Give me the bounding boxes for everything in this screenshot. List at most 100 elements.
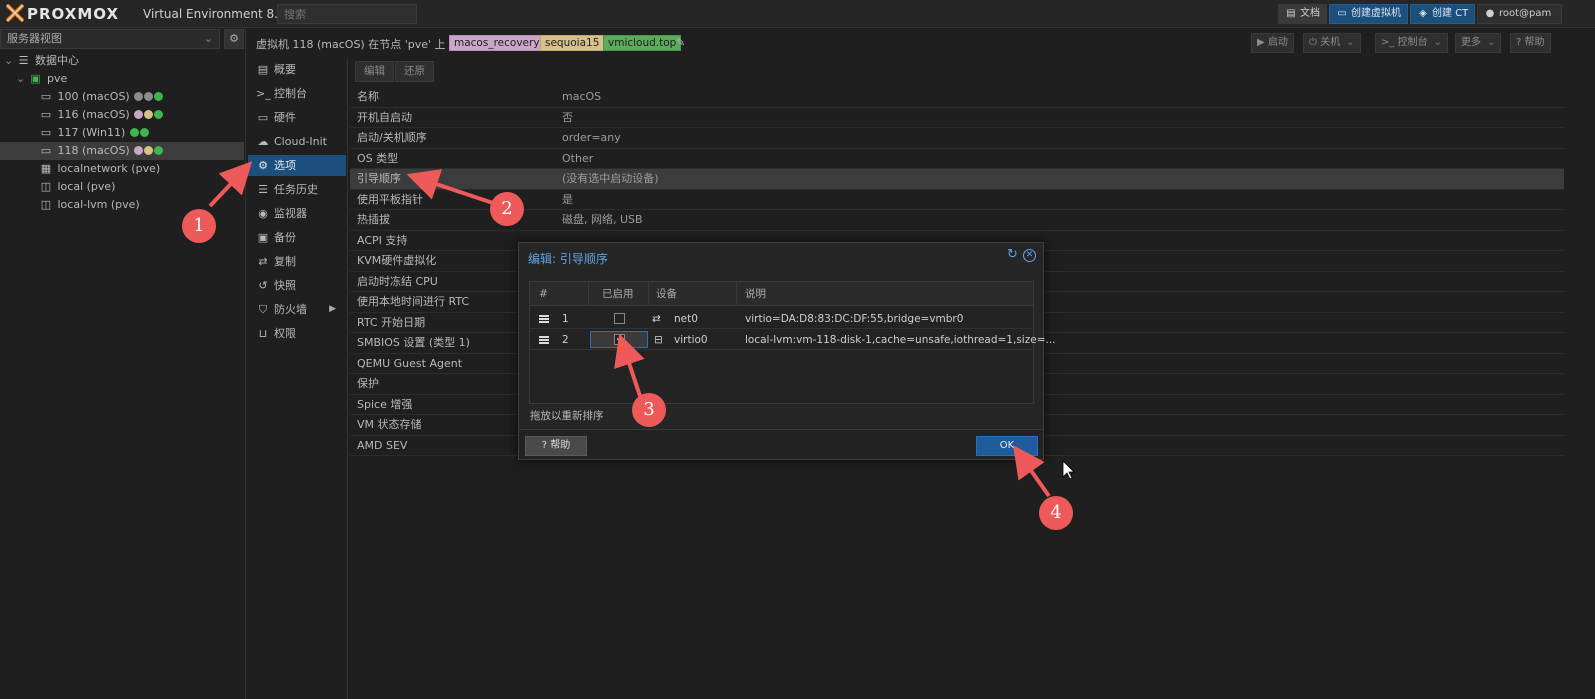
chevron-down-icon: ⌄ — [4, 54, 14, 67]
reset-icon[interactable]: ↻ — [1006, 248, 1019, 262]
nav-hardware[interactable]: ▭ 硬件 — [248, 107, 346, 128]
node-icon: ▣ — [30, 72, 41, 85]
list-icon: ☰ — [258, 183, 268, 196]
enabled-checkbox[interactable] — [614, 313, 625, 324]
option-row[interactable]: 开机自启动否 — [350, 108, 1564, 128]
save-icon: ▣ — [257, 231, 269, 244]
user-icon: ● — [1485, 8, 1495, 19]
tag-dot — [129, 128, 139, 137]
close-icon[interactable]: ✕ — [1023, 249, 1036, 262]
tree-item-datacenter[interactable]: ⌄ ☰ 数据中心 — [0, 52, 244, 70]
tree-item-vm-118[interactable]: ▭ 118 (macOS) — [0, 142, 244, 160]
top-bar: PROXMOX Virtual Environment 8.3.0 ▤文档 ▭创… — [0, 0, 1595, 28]
column-header[interactable]: 说明 — [745, 282, 766, 306]
play-icon: ▶ — [1257, 37, 1265, 48]
retweet-icon: ⇄ — [258, 255, 268, 268]
shutdown-button[interactable]: ⏻ 关机 ⌄ — [1303, 33, 1361, 53]
nav-task-history[interactable]: ☰ 任务历史 — [248, 179, 346, 200]
panel-splitter[interactable] — [245, 29, 246, 699]
table-header: # 已启用 设备 说明 — [530, 282, 1033, 306]
option-row[interactable]: 使用平板指针是 — [350, 190, 1564, 210]
pencil-icon[interactable]: ✎ — [676, 36, 685, 49]
drag-handle-icon[interactable] — [539, 315, 549, 323]
nav-firewall[interactable]: ⛉ 防火墙 ▶ — [248, 299, 346, 320]
cube-icon: ◈ — [1419, 8, 1427, 19]
column-header[interactable]: 已启用 — [602, 282, 634, 306]
tree-item-vm-100[interactable]: ▭ 100 (macOS) — [0, 88, 244, 106]
monitor-icon: ▭ — [1337, 8, 1347, 19]
annotation-badge-2: 2 — [490, 192, 524, 226]
table-row[interactable]: 1 ⇄ net0 virtio=DA:D8:83:DC:DF:55,bridge… — [530, 309, 1033, 329]
nav-monitor[interactable]: ◉ 监视器 — [248, 203, 346, 224]
nav-permissions[interactable]: ⊔ 权限 — [248, 323, 346, 344]
nav-console[interactable]: >_ 控制台 — [248, 83, 346, 104]
tree-item-pve[interactable]: ⌄ ▣ pve — [0, 70, 244, 88]
reorder-hint: 拖放以重新排序 — [530, 410, 604, 422]
ok-button[interactable]: OK — [976, 436, 1038, 456]
user-menu-button[interactable]: ● root@pam — [1477, 4, 1562, 24]
tag-dot — [144, 146, 154, 155]
tag-dot — [134, 92, 144, 101]
search-input[interactable] — [277, 4, 417, 24]
drag-handle-icon[interactable] — [539, 336, 549, 344]
column-separator — [736, 282, 737, 306]
console-icon: >_ — [256, 87, 271, 100]
tag-dot — [139, 128, 149, 137]
docs-button[interactable]: ▤ 文档 — [1278, 4, 1327, 24]
boot-order-table: # 已启用 设备 说明 1 ⇄ net0 virtio=DA:D8:83:DC:… — [529, 281, 1056, 404]
revert-button[interactable]: 还原 — [395, 61, 434, 82]
help-button[interactable]: ? 帮助 — [1510, 33, 1551, 53]
create-ct-button[interactable]: ◈ 创建 CT — [1410, 4, 1476, 24]
dialog-footer: ? 帮助 OK — [519, 429, 1043, 459]
column-separator — [648, 282, 649, 306]
cloud-icon: ☁ — [257, 135, 269, 148]
power-icon: ⏻ — [1309, 37, 1317, 48]
terminal-icon: >_ — [1381, 37, 1395, 48]
tree-item-vm-116[interactable]: ▭ 116 (macOS) — [0, 106, 244, 124]
tree-settings-button[interactable]: ⚙ — [224, 29, 244, 49]
tag-dot — [134, 110, 144, 119]
edit-button[interactable]: 编辑 — [355, 61, 394, 82]
question-icon: ? — [1516, 37, 1522, 48]
disk-icon: ⊟ — [654, 334, 663, 346]
chevron-right-icon: ▶ — [329, 304, 336, 314]
dialog-title: 编辑: 引导顺序 — [528, 252, 608, 266]
start-button[interactable]: ▶ 启动 — [1251, 33, 1294, 53]
proxmox-logo-icon — [6, 4, 24, 22]
column-header[interactable]: # — [539, 282, 548, 306]
boot-order-dialog: 编辑: 引导顺序 ↻ ✕ # 已启用 设备 说明 1 ⇄ net0 virtio… — [518, 242, 1056, 460]
nav-options[interactable]: ⚙ 选项 — [248, 155, 346, 176]
nav-cloud-init[interactable]: ☁ Cloud-Init — [248, 131, 346, 152]
enabled-checkbox[interactable]: ✓ — [614, 334, 625, 345]
nav-summary[interactable]: ▤ 概要 — [248, 59, 346, 80]
more-button[interactable]: 更多 ⌄ — [1455, 33, 1502, 53]
table-row[interactable]: 2 ✓ ⊟ virtio0 local-lvm:vm-118-disk-1,ca… — [530, 330, 1056, 350]
option-row[interactable]: OS 类型 Other — [350, 149, 1564, 169]
tag-dot — [154, 92, 164, 101]
option-row[interactable]: 名称 macOS — [350, 87, 1564, 108]
option-row-boot-order[interactable]: 引导顺序 (没有选中启动设备) — [350, 169, 1564, 190]
tree-item-local[interactable]: ◫ local (pve) — [0, 178, 244, 196]
create-vm-button[interactable]: ▭ 创建虚拟机 — [1329, 4, 1408, 24]
mouse-cursor-icon — [1062, 460, 1075, 480]
nav-replication[interactable]: ⇄ 复制 — [248, 251, 346, 272]
annotation-badge-1: 1 — [182, 209, 216, 243]
chevron-down-icon: ⌄ — [1346, 37, 1355, 48]
option-row[interactable]: 启动/关机顺序 order=any — [350, 128, 1564, 149]
exchange-icon: ⇄ — [652, 313, 661, 325]
column-header[interactable]: 设备 — [656, 282, 677, 306]
console-button[interactable]: >_ 控制台 ⌄ — [1375, 33, 1448, 53]
nav-backup[interactable]: ▣ 备份 — [248, 227, 346, 248]
help-button[interactable]: ? 帮助 — [525, 436, 587, 456]
vm-icon: ▭ — [40, 90, 52, 103]
tag-dot — [154, 146, 164, 155]
server-view-select[interactable]: 服务器视图 ⌄ — [0, 29, 220, 49]
tree-item-vm-117[interactable]: ▭ 117 (Win11) — [0, 124, 244, 142]
storage-icon: ◫ — [40, 180, 52, 193]
option-row[interactable]: 热插拔 磁盘, 网络, USB — [350, 210, 1564, 231]
chevron-down-icon: ⌄ — [1433, 37, 1442, 48]
annotation-arrow-4 — [1013, 445, 1051, 498]
tree-item-localnetwork[interactable]: ▦ localnetwork (pve) — [0, 160, 244, 178]
tag-sequoia15: sequoia15 — [540, 35, 605, 51]
nav-snapshots[interactable]: ↺ 快照 — [248, 275, 346, 296]
